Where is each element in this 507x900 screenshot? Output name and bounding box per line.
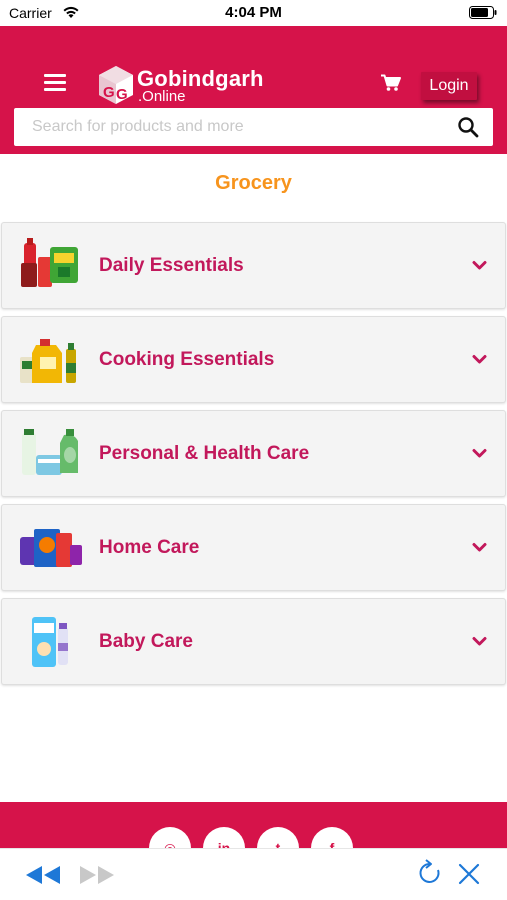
close-icon[interactable] (458, 863, 480, 885)
category-baby-care[interactable]: Baby Care (1, 598, 506, 685)
cooking-essentials-thumbnail (20, 339, 76, 383)
forward-icon[interactable] (78, 865, 116, 885)
linkedin-icon[interactable]: in (203, 827, 245, 848)
svg-text:G: G (116, 86, 128, 103)
category-label: Personal & Health Care (99, 443, 310, 464)
chevron-down-icon[interactable] (472, 448, 487, 459)
chevron-down-icon[interactable] (472, 542, 487, 553)
category-label: Baby Care (99, 631, 193, 652)
site-footer: ◎ in t f (0, 802, 507, 848)
instagram-icon[interactable]: ◎ (149, 827, 191, 848)
search-icon[interactable] (457, 116, 479, 138)
search-input[interactable] (14, 108, 444, 146)
cart-icon[interactable] (381, 74, 401, 92)
back-icon[interactable] (24, 865, 62, 885)
page-title: Grocery (215, 172, 292, 194)
app-header: G G Gobindgarh .Online Login (0, 26, 507, 154)
login-button[interactable]: Login (421, 72, 477, 100)
home-care-thumbnail (20, 529, 82, 567)
search-bar (14, 108, 493, 146)
brand-logo[interactable]: G G Gobindgarh .Online (96, 65, 286, 105)
category-personal-health-care[interactable]: Personal & Health Care (1, 410, 506, 497)
category-label: Daily Essentials (99, 255, 244, 276)
status-time: 4:04 PM (225, 4, 282, 21)
chevron-down-icon[interactable] (472, 354, 487, 365)
reload-icon[interactable] (417, 859, 443, 887)
category-label: Home Care (99, 537, 200, 558)
category-home-care[interactable]: Home Care (1, 504, 506, 591)
logo-cube-icon: G G (99, 66, 133, 104)
twitter-icon[interactable]: t (257, 827, 299, 848)
brand-subtitle: .Online (138, 88, 186, 105)
chevron-down-icon[interactable] (472, 260, 487, 271)
status-bar: Carrier 4:04 PM (0, 0, 507, 26)
facebook-icon[interactable]: f (311, 827, 353, 848)
category-label: Cooking Essentials (99, 349, 275, 370)
chevron-down-icon[interactable] (472, 636, 487, 647)
category-daily-essentials[interactable]: Daily Essentials (1, 222, 506, 309)
baby-care-thumbnail (32, 617, 68, 667)
category-cooking-essentials[interactable]: Cooking Essentials (1, 316, 506, 403)
browser-toolbar (0, 848, 507, 900)
battery-icon (469, 6, 497, 19)
personal-health-care-thumbnail (22, 429, 78, 475)
daily-essentials-thumbnail (21, 238, 78, 287)
hamburger-menu-icon[interactable] (44, 74, 66, 92)
svg-text:G: G (103, 84, 115, 101)
